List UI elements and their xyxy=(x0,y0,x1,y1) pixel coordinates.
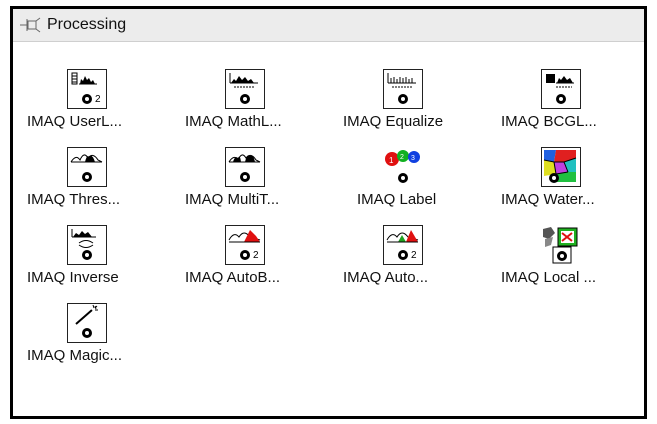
svg-text:3: 3 xyxy=(411,155,415,162)
vi-item-label: IMAQ MathL... xyxy=(185,113,282,130)
vi-item-label: IMAQ Thres... xyxy=(27,191,121,208)
vi-item-threshold[interactable]: IMAQ Thres... xyxy=(27,147,177,223)
watershed-icon xyxy=(541,147,581,187)
vi-item-math-lookup[interactable]: IMAQ MathL... xyxy=(185,69,335,145)
vi-item-label: IMAQ UserL... xyxy=(27,113,123,130)
vi-item-label: IMAQ MultiT... xyxy=(185,191,280,208)
auto-binary-icon xyxy=(225,225,265,265)
palette-title: Processing xyxy=(47,16,127,33)
vi-item-label: IMAQ Inverse xyxy=(27,269,119,286)
vi-item-label: IMAQ Equalize xyxy=(343,113,444,130)
badge: 2 xyxy=(253,250,259,261)
user-lookup-icon xyxy=(67,69,107,109)
palette-titlebar: Processing xyxy=(13,9,644,42)
badge: 2 xyxy=(411,250,417,261)
vi-item-watershed[interactable]: IMAQ Water... xyxy=(501,147,644,223)
vi-item-auto-binary[interactable]: 2 IMAQ AutoB... xyxy=(185,225,335,301)
auto-threshold-icon xyxy=(383,225,423,265)
label-icon: 1 2 3 xyxy=(383,147,423,187)
badge: 2 xyxy=(95,94,101,105)
local-threshold-icon xyxy=(541,225,581,265)
processing-palette: Processing 2 IMAQ UserL... IMAQ MathL...… xyxy=(10,6,647,419)
vi-item-magic-wand[interactable]: IMAQ Magic... xyxy=(27,303,177,379)
vi-item-label-tool[interactable]: 1 2 3 IMAQ Label xyxy=(343,147,493,223)
multi-threshold-icon xyxy=(225,147,265,187)
vi-item-label: IMAQ Auto... xyxy=(343,269,429,286)
equalize-icon xyxy=(383,69,423,109)
inverse-icon xyxy=(67,225,107,265)
vi-item-local-threshold[interactable]: IMAQ Local ... xyxy=(501,225,644,301)
vi-item-auto-threshold[interactable]: 2 IMAQ Auto... xyxy=(343,225,493,301)
magic-wand-icon xyxy=(67,303,107,343)
math-lookup-icon xyxy=(225,69,265,109)
vi-item-equalize[interactable]: IMAQ Equalize xyxy=(343,69,493,145)
vi-item-inverse[interactable]: IMAQ Inverse xyxy=(27,225,177,301)
vi-item-multi-threshold[interactable]: IMAQ MultiT... xyxy=(185,147,335,223)
vi-item-label: IMAQ AutoB... xyxy=(185,269,281,286)
svg-text:1: 1 xyxy=(389,156,394,165)
vi-item-label: IMAQ BCGL... xyxy=(501,113,597,130)
vi-item-label: IMAQ Water... xyxy=(501,191,595,208)
svg-text:2: 2 xyxy=(400,154,404,161)
pin-icon[interactable] xyxy=(13,9,47,41)
threshold-icon xyxy=(67,147,107,187)
vi-item-label: IMAQ Local ... xyxy=(501,269,597,286)
bcg-lookup-icon xyxy=(541,69,581,109)
vi-item-user-lookup[interactable]: 2 IMAQ UserL... xyxy=(27,69,177,145)
vi-item-label: IMAQ Magic... xyxy=(27,347,123,364)
vi-item-bcg-lookup[interactable]: IMAQ BCGL... xyxy=(501,69,644,145)
